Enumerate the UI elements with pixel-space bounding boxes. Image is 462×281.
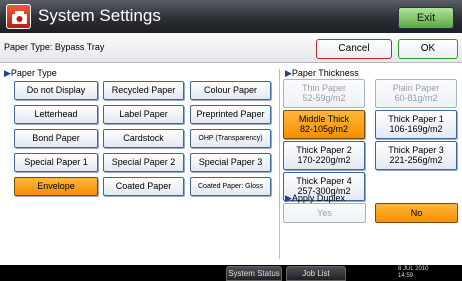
paper-thickness-section-label: ▶Paper Thickness (285, 68, 359, 78)
ok-button[interactable]: OK (398, 39, 458, 59)
paper-type-do-not-display[interactable]: Do not Display (14, 81, 98, 100)
paper-type-letterhead[interactable]: Letterhead (14, 105, 98, 124)
system-settings-icon (6, 4, 31, 29)
thickness-thick-paper-3[interactable]: Thick Paper 3 221-256g/m2 (375, 141, 457, 170)
status-bar: System Status Job List 8 JUL 2010 14:59 (0, 265, 462, 281)
paper-type-colour-paper[interactable]: Colour Paper (190, 81, 271, 100)
page-title: Paper Type: Bypass Tray (4, 42, 105, 52)
window-title: System Settings (38, 6, 161, 25)
main-panel: Paper Type: Bypass Tray Cancel OK ▶Paper… (0, 33, 462, 265)
paper-type-special-paper-3[interactable]: Special Paper 3 (190, 153, 271, 172)
section-arrow-icon: ▶ (4, 68, 11, 78)
paper-type-label-paper[interactable]: Label Paper (103, 105, 184, 124)
paper-type-special-paper-2[interactable]: Special Paper 2 (103, 153, 184, 172)
paper-type-cardstock[interactable]: Cardstock (103, 129, 184, 148)
system-status-tab[interactable]: System Status (226, 266, 282, 281)
section-arrow-icon: ▶ (285, 193, 292, 203)
paper-type-envelope[interactable]: Envelope (14, 177, 98, 196)
paper-type-coated-paper[interactable]: Coated Paper (103, 177, 184, 196)
paper-type-preprinted-paper[interactable]: Preprinted Paper (190, 105, 271, 124)
paper-type-recycled-paper[interactable]: Recycled Paper (103, 81, 184, 100)
duplex-yes-button[interactable]: Yes (283, 203, 366, 223)
thickness-thin-paper[interactable]: Thin Paper 52-59g/m2 (283, 79, 365, 108)
thickness-thick-paper-2[interactable]: Thick Paper 2 170-220g/m2 (283, 141, 365, 170)
time-label: 14:59 (398, 273, 414, 279)
duplex-no-button[interactable]: No (375, 203, 458, 223)
thickness-middle-thick[interactable]: Middle Thick 82-105g/m2 (283, 110, 365, 139)
job-list-tab[interactable]: Job List (286, 266, 346, 281)
section-divider (279, 69, 280, 259)
cancel-button[interactable]: Cancel (316, 39, 392, 59)
paper-type-coated-paper-gloss[interactable]: Coated Paper: Gloss (190, 177, 271, 196)
paper-type-bond-paper[interactable]: Bond Paper (14, 129, 98, 148)
exit-button[interactable]: Exit (398, 7, 454, 29)
thickness-thick-paper-1[interactable]: Thick Paper 1 106-169g/m2 (375, 110, 457, 139)
date-label: 8 JUL 2010 (398, 266, 429, 272)
title-bar: System Settings Exit (0, 0, 462, 33)
paper-type-section-label: ▶Paper Type (4, 68, 57, 78)
paper-type-special-paper-1[interactable]: Special Paper 1 (14, 153, 98, 172)
paper-type-ohp-transparency[interactable]: OHP (Transparency) (190, 129, 271, 148)
section-arrow-icon: ▶ (285, 68, 292, 78)
thickness-plain-paper[interactable]: Plain Paper 60-81g/m2 (375, 79, 457, 108)
header-row: Paper Type: Bypass Tray Cancel OK (0, 33, 462, 63)
date-time: 8 JUL 2010 14:59 (398, 266, 428, 280)
